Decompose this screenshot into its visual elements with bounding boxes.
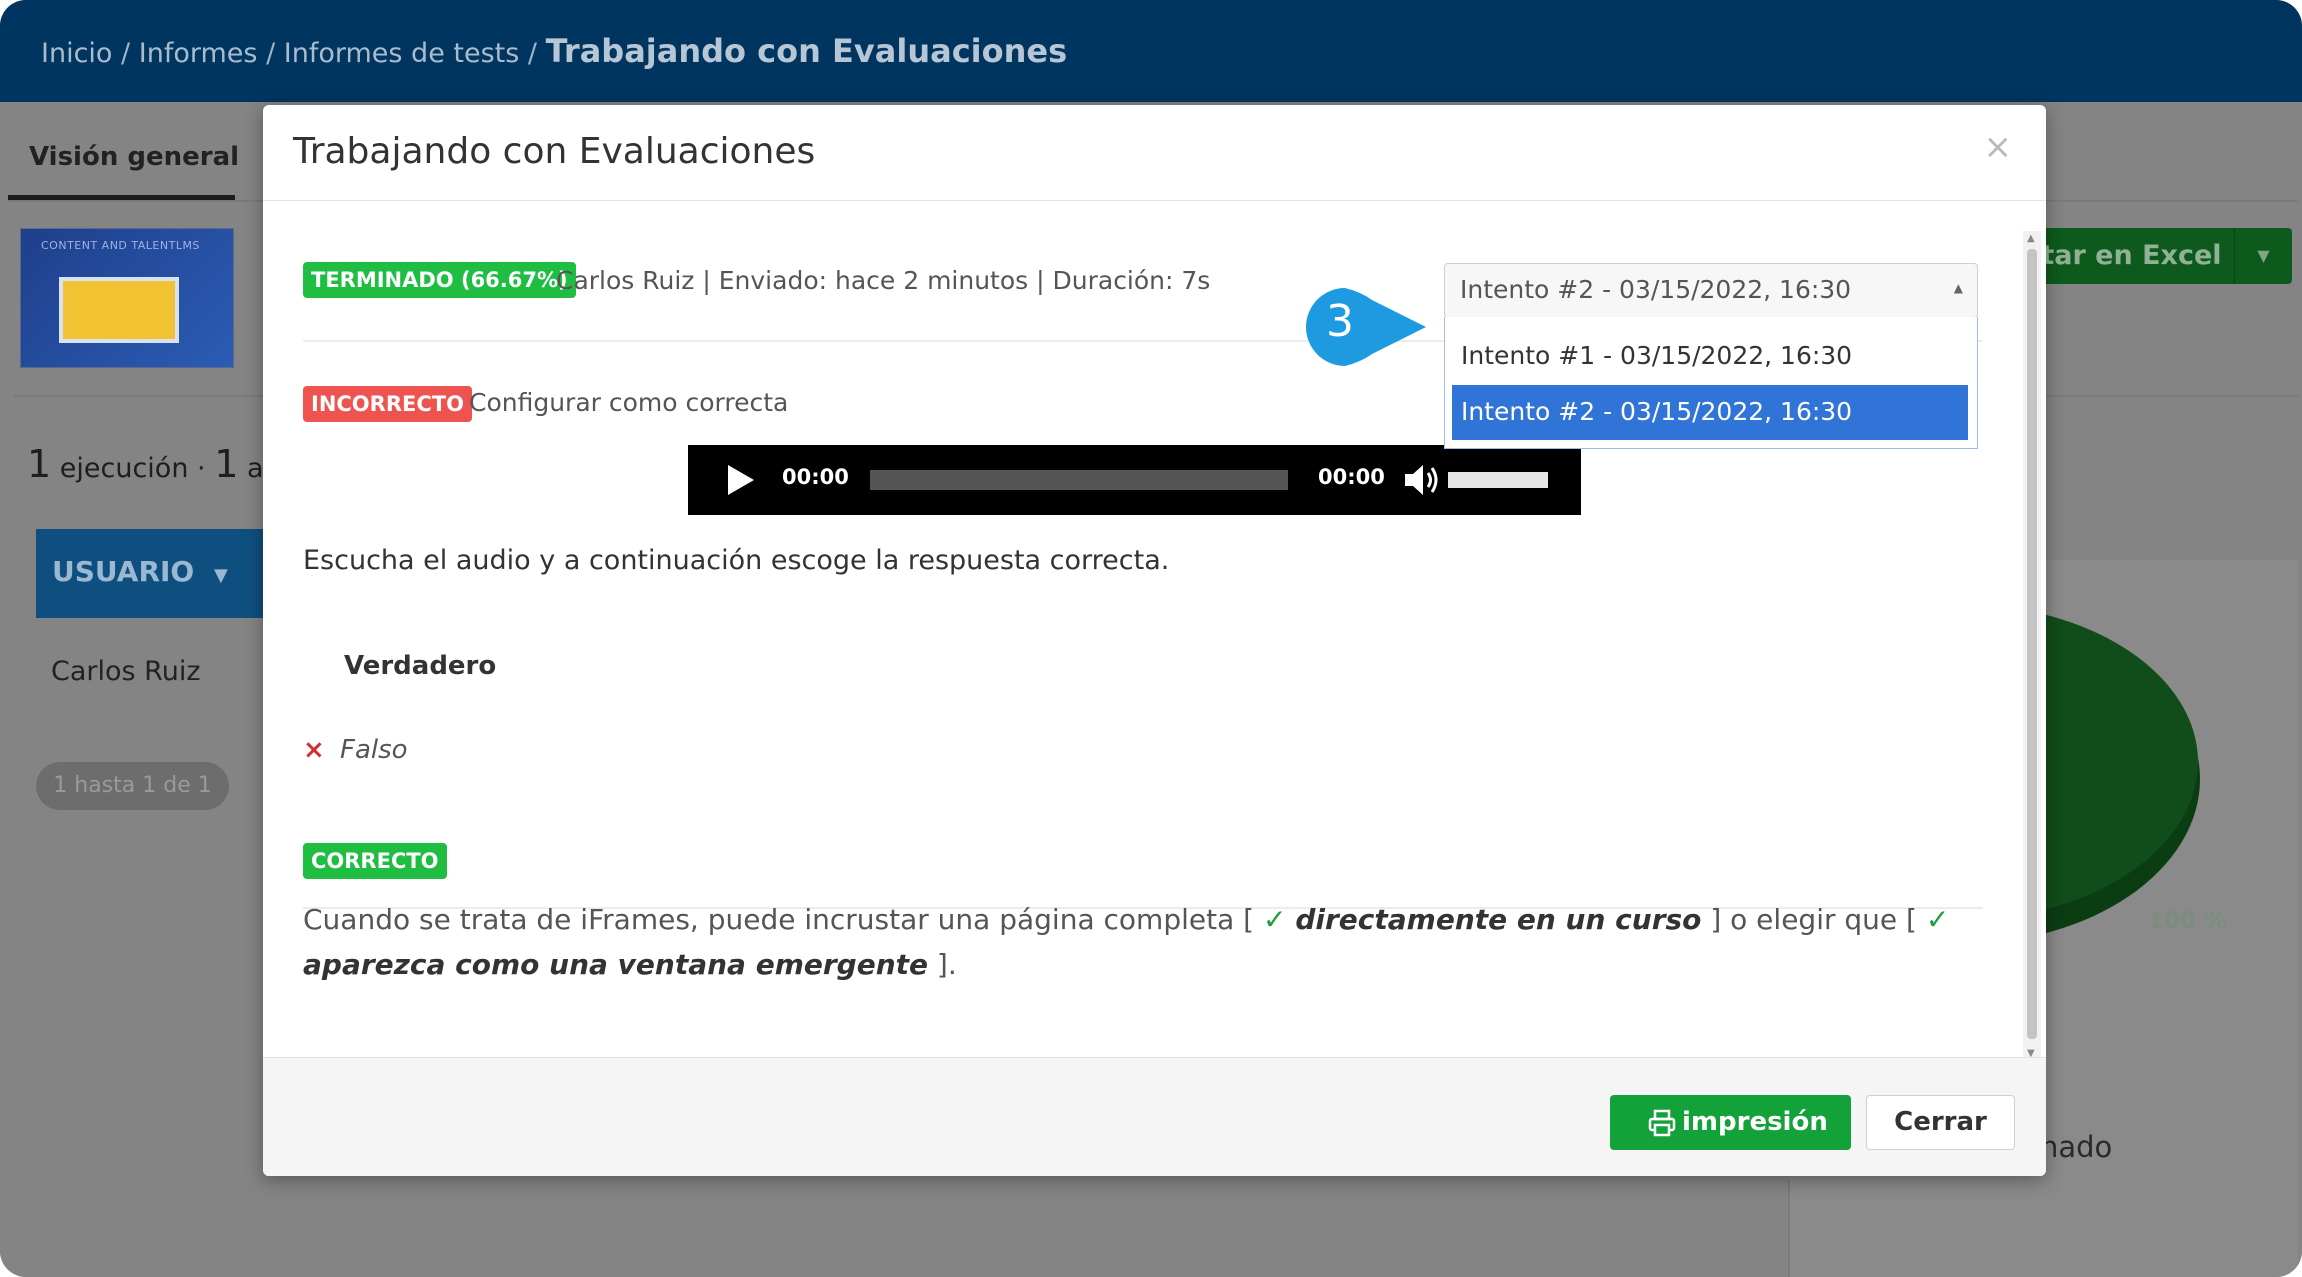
- print-button-label: impresión: [1682, 1107, 1828, 1137]
- thumbnail-illustration: [59, 277, 179, 343]
- correct-answer-option: Verdadero: [344, 651, 497, 681]
- modal-header: Trabajando con Evaluaciones ×: [263, 105, 2046, 201]
- audio-total-time: 00:00: [1318, 465, 1385, 489]
- caret-down-icon[interactable]: ▼: [2234, 228, 2292, 284]
- incorrect-badge: INCORRECTO: [303, 386, 472, 422]
- audio-progress-bar[interactable]: [870, 470, 1288, 490]
- step-callout: [1306, 288, 1426, 366]
- set-as-correct-link[interactable]: Configurar como correcta: [469, 388, 788, 417]
- table-row-user[interactable]: Carlos Ruiz: [51, 656, 201, 687]
- caret-up-icon: ▲: [1953, 281, 1963, 295]
- executions-summary: 1 ejecución · 1 apr: [27, 442, 292, 486]
- correct-badge: CORRECTO: [303, 843, 447, 879]
- filled-answer: aparezca como una ventana emergente: [303, 948, 929, 981]
- breadcrumb-test-reports[interactable]: Informes de tests: [284, 38, 520, 69]
- pie-percent-label: 100 %: [2148, 908, 2228, 934]
- breadcrumb-home[interactable]: Inicio: [41, 38, 112, 69]
- volume-slider[interactable]: [1448, 472, 1548, 488]
- caret-down-icon: ▼: [213, 565, 228, 586]
- attempt-option-1[interactable]: Intento #1 - 03/15/2022, 16:30: [1452, 329, 1968, 384]
- export-excel-label: rtar en Excel: [2028, 240, 2222, 271]
- modal-title: Trabajando con Evaluaciones: [293, 131, 816, 172]
- tab-overview[interactable]: Visión general: [29, 142, 239, 172]
- close-icon[interactable]: ×: [1984, 127, 2013, 167]
- breadcrumb-reports[interactable]: Informes: [139, 38, 258, 69]
- check-icon: ✓: [1925, 903, 1950, 936]
- filled-answer: directamente en un curso: [1295, 903, 1702, 936]
- wrong-icon: ×: [303, 735, 325, 765]
- attempt-option-2[interactable]: Intento #2 - 03/15/2022, 16:30: [1452, 385, 1968, 440]
- user-column-label: USUARIO: [52, 555, 195, 588]
- export-excel-button[interactable]: rtar en Excel ▼: [2010, 228, 2292, 284]
- thumbnail-caption: CONTENT AND TALENTLMS: [41, 239, 200, 252]
- fill-in-question-text: Cuando se trata de iFrames, puede incrus…: [303, 897, 1983, 987]
- breadcrumb-current: Trabajando con Evaluaciones: [545, 32, 1068, 70]
- audio-current-time: 00:00: [782, 465, 849, 489]
- audio-player: 00:00 00:00: [688, 445, 1581, 515]
- question-text-part: ] o elegir que [: [1710, 903, 1917, 936]
- selected-wrong-answer: Falso: [340, 735, 408, 765]
- user-column-header[interactable]: USUARIO ▼: [36, 529, 266, 618]
- attempt-select[interactable]: Intento #2 - 03/15/2022, 16:30 ▲: [1444, 263, 1978, 318]
- attempt-select-value: Intento #2 - 03/15/2022, 16:30: [1460, 275, 1852, 304]
- attempt-dropdown-list: Intento #1 - 03/15/2022, 16:30 Intento #…: [1444, 317, 1978, 449]
- printer-icon: [1648, 1109, 1676, 1137]
- volume-icon[interactable]: [1401, 460, 1441, 500]
- scrollbar-thumb[interactable]: [2027, 249, 2037, 1039]
- chart-legend-text: nado: [2040, 1130, 2113, 1164]
- print-button[interactable]: impresión: [1610, 1095, 1851, 1150]
- pagination-info: 1 hasta 1 de 1: [36, 762, 229, 810]
- scroll-up-icon[interactable]: ▲: [2027, 233, 2035, 244]
- breadcrumb: Inicio / Informes / Informes de tests / …: [41, 32, 1067, 70]
- submission-meta: Carlos Ruiz | Enviado: hace 2 minutos | …: [556, 266, 1211, 295]
- executions-count: 1: [27, 442, 52, 486]
- status-badge: TERMINADO (66.67%): [303, 262, 576, 298]
- check-icon: ✓: [1262, 903, 1287, 936]
- executions-label: ejecución ·: [59, 453, 206, 484]
- approved-count: 1: [214, 442, 239, 486]
- play-icon[interactable]: [728, 465, 754, 495]
- modal-scrollbar[interactable]: ▲ ▼: [2023, 231, 2041, 1061]
- question-text-part: Cuando se trata de iFrames, puede incrus…: [303, 903, 1255, 936]
- breadcrumb-separator: /: [121, 38, 131, 69]
- course-thumbnail: CONTENT AND TALENTLMS: [20, 228, 234, 368]
- step-number: 3: [1326, 296, 1354, 347]
- question-text: Escucha el audio y a continuación escoge…: [303, 545, 1170, 576]
- question-text-part: ].: [936, 948, 957, 981]
- breadcrumb-separator: /: [266, 38, 276, 69]
- breadcrumb-separator: /: [527, 38, 538, 69]
- top-bar: Inicio / Informes / Informes de tests / …: [0, 0, 2302, 102]
- close-button[interactable]: Cerrar: [1866, 1095, 2015, 1150]
- modal-footer: impresión Cerrar: [263, 1057, 2046, 1176]
- chart-divider: [1788, 1180, 1790, 1277]
